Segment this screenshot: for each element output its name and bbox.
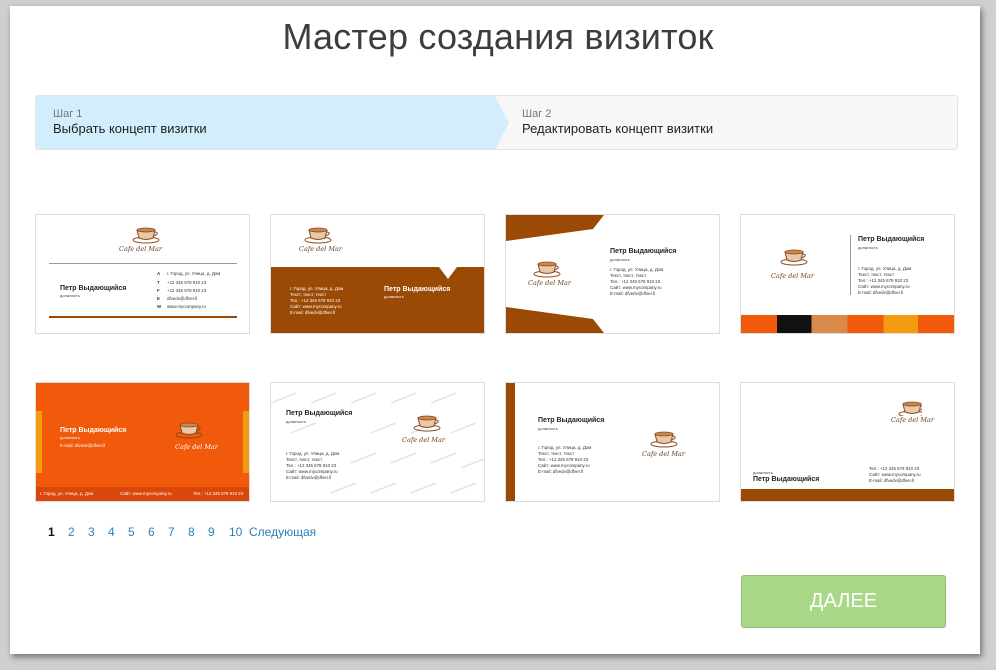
card-position: должность — [538, 426, 558, 431]
wizard-steps: Шаг 1 Выбрать концепт визитки Шаг 2 Реда… — [35, 95, 958, 150]
divider — [49, 316, 237, 318]
page-link-2[interactable]: 2 — [68, 525, 75, 539]
card-name: Петр Выдающийся — [60, 427, 127, 434]
logo-text: Cafe del Mar — [771, 272, 814, 280]
accent-bar — [36, 411, 42, 473]
page-title: Мастер создания визиток — [282, 16, 714, 57]
card-address: г. Город, ул. Улица, д. Дом — [167, 271, 221, 276]
card-position: должность — [60, 293, 80, 298]
card-phone: +12 345 678 910 23 — [167, 280, 207, 285]
contact-letter: Т — [157, 280, 160, 285]
card-email: E-mail: dfvedv@dfver.ll — [858, 290, 903, 295]
divider — [49, 263, 237, 264]
template-card-3[interactable]: Cafe del Mar Петр Выдающийся должность г… — [505, 214, 720, 334]
card-email: E-mail: dfvedv@dfver.ll — [538, 469, 583, 474]
card-position: должность — [858, 245, 878, 250]
card-position: должность — [610, 257, 630, 262]
card-email: E-mail: dfvedv@dfver.ll — [610, 291, 655, 296]
logo-text: Cafe del Mar — [119, 245, 162, 253]
divider — [850, 235, 851, 295]
cafe-logo-icon — [132, 227, 160, 244]
logo-text: Cafe del Mar — [891, 416, 934, 424]
template-card-4[interactable]: Cafe del Mar Петр Выдающийся должность г… — [740, 214, 955, 334]
contact-letter: E — [157, 296, 160, 301]
card-position: должность — [753, 470, 773, 475]
diagonal-pattern — [271, 392, 484, 494]
cafe-logo-icon — [780, 249, 808, 266]
contact-letter: W — [157, 304, 162, 309]
step-1-number: Шаг 1 — [53, 108, 83, 120]
page-link-6[interactable]: 6 — [148, 525, 155, 539]
accent-bar — [243, 411, 249, 473]
cafe-logo-icon — [413, 415, 441, 432]
card-position: должность — [60, 435, 80, 440]
next-page-link[interactable]: Следующая — [249, 525, 316, 539]
card-name: Петр Выдающийся — [286, 410, 353, 417]
page-link-7[interactable]: 7 — [168, 525, 175, 539]
contact-letter: F — [157, 288, 160, 293]
band-notch — [439, 267, 457, 279]
card-position: должность — [286, 419, 306, 424]
card-name: Петр Выдающийся — [384, 286, 451, 293]
page-link-4[interactable]: 4 — [108, 525, 115, 539]
card-name: Петр Выдающийся — [753, 476, 820, 483]
cafe-logo-icon — [175, 422, 203, 439]
next-button[interactable]: ДАЛЕЕ — [741, 575, 946, 628]
template-card-8[interactable]: Cafe del Mar должность Петр Выдающийся Т… — [740, 382, 955, 502]
page-link-5[interactable]: 5 — [128, 525, 135, 539]
step-2-number: Шаг 2 — [522, 108, 552, 120]
card-phone: Тел.: +12 345 678 910 23 — [193, 491, 244, 496]
card-name: Петр Выдающийся — [538, 417, 605, 424]
template-card-7[interactable]: Петр Выдающийся должность г. Город, ул. … — [505, 382, 720, 502]
template-card-2[interactable]: Cafe del Mar Петр Выдающийся должность г… — [270, 214, 485, 334]
cafe-logo-icon — [533, 261, 561, 278]
bottom-band — [741, 489, 954, 501]
logo-text: Cafe del Mar — [402, 436, 445, 444]
logo-text: Cafe del Mar — [528, 279, 571, 287]
cafe-logo-icon — [304, 227, 332, 244]
card-email: E-mail: dfvedv@dfver.ll — [60, 443, 105, 448]
page-link-9[interactable]: 9 — [208, 525, 215, 539]
card-name: Петр Выдающийся — [60, 285, 127, 292]
card-name: Петр Выдающийся — [610, 248, 677, 255]
step-1[interactable]: Шаг 1 Выбрать концепт визитки — [36, 96, 496, 149]
card-phone: +12 345 678 910 23 — [167, 288, 207, 293]
page-link-3[interactable]: 3 — [88, 525, 95, 539]
card-name: Петр Выдающийся — [858, 236, 925, 243]
card-site: Сайт: www.mycompany.ru — [120, 491, 172, 496]
template-card-6[interactable]: Петр Выдающийся должность Cafe del Mar г… — [270, 382, 485, 502]
card-email: E-mail: dfvedv@dfver.ll — [290, 310, 335, 315]
page-link-8[interactable]: 8 — [188, 525, 195, 539]
card-position: должность — [384, 294, 404, 299]
contact-letter: А — [157, 271, 161, 276]
cafe-logo-icon — [650, 431, 678, 448]
step-2-label: Редактировать концепт визитки — [522, 121, 714, 136]
logo-text: Cafe del Mar — [175, 443, 218, 451]
side-bar — [506, 383, 515, 501]
card-email: E-mail: dfvedv@dfver.ll — [286, 475, 331, 480]
logo-text: Cafe del Mar — [299, 245, 342, 253]
logo-text: Cafe del Mar — [642, 450, 685, 458]
page-current: 1 — [48, 525, 55, 539]
card-site: www.mycompany.ru — [167, 304, 206, 309]
step-2[interactable]: Шаг 2 Редактировать концепт визитки — [511, 96, 951, 149]
card-address: г. Город, ул. Улица, д. Дом — [40, 491, 94, 496]
step-arrow — [495, 96, 509, 149]
template-card-5[interactable]: Петр Выдающийся должность E-mail: dfvedv… — [35, 382, 250, 502]
color-stripe — [741, 315, 954, 333]
card-email: E-mail: dfvedv@dfver.ll — [869, 478, 914, 483]
page-link-10[interactable]: 10 — [229, 525, 242, 539]
cafe-logo-icon — [898, 401, 922, 416]
template-card-1[interactable]: Cafe del Mar Петр Выдающийся должность А… — [35, 214, 250, 334]
card-email: dfvedv@dfver.ll — [167, 296, 198, 301]
step-1-label: Выбрать концепт визитки — [53, 121, 207, 136]
